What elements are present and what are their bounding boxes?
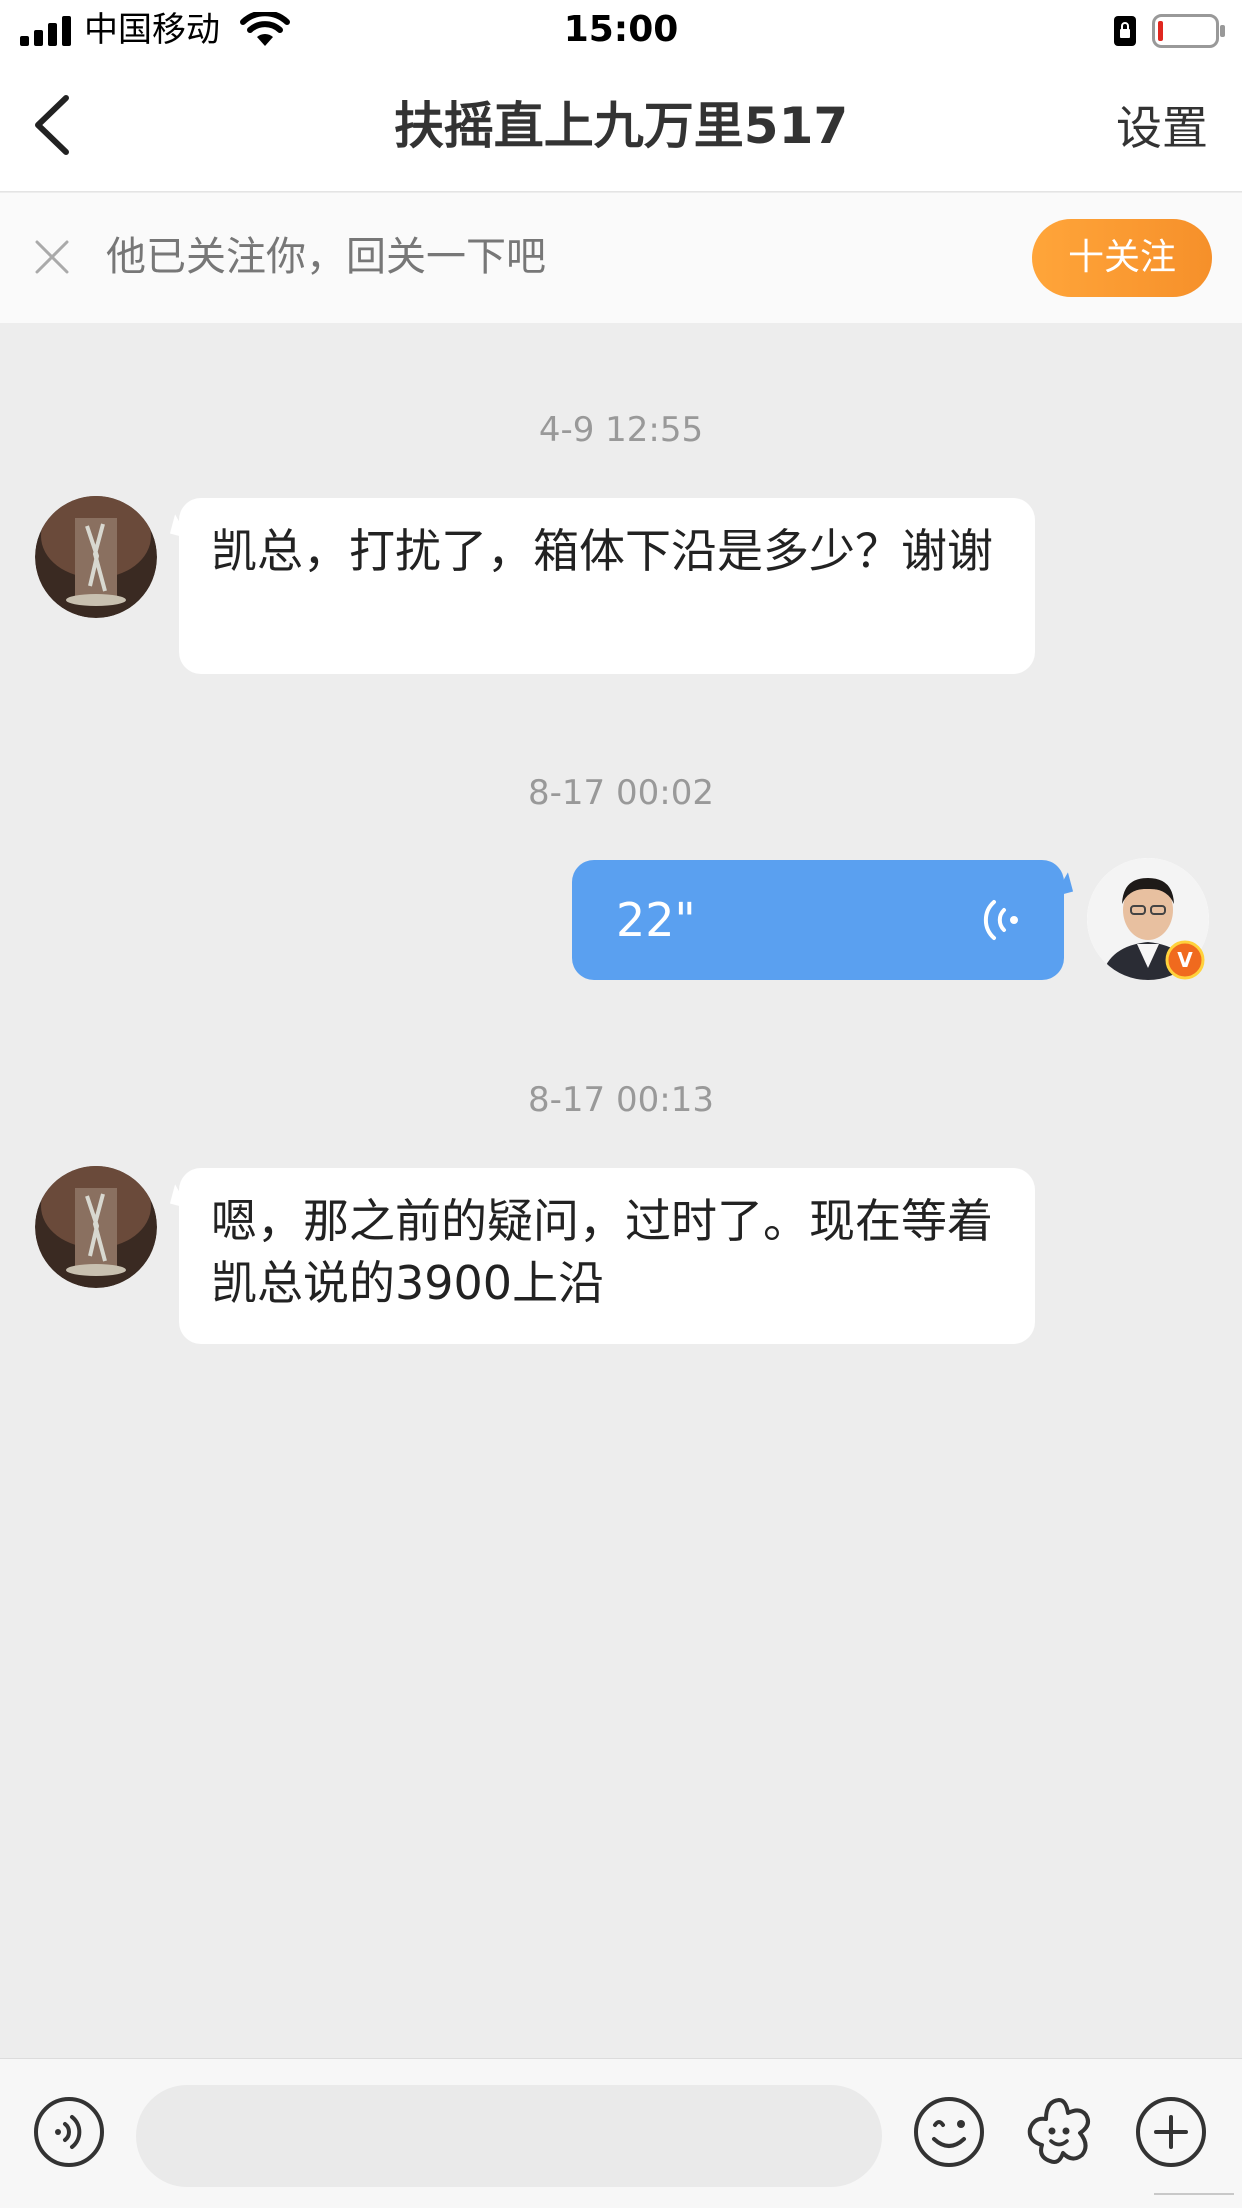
- nav-bar: 扶摇直上九万里517 设置: [0, 62, 1242, 192]
- verified-badge-icon: V: [1165, 940, 1205, 980]
- contact-avatar[interactable]: [35, 496, 157, 618]
- sticker-icon[interactable]: [1022, 2095, 1096, 2169]
- message-bubble-incoming[interactable]: 凯总，打扰了，箱体下沿是多少？谢谢: [179, 498, 1035, 674]
- follow-back-banner: 他已关注你，回关一下吧 十关注: [0, 193, 1242, 323]
- contact-avatar[interactable]: [35, 1166, 157, 1288]
- plus-icon[interactable]: [1134, 2095, 1208, 2169]
- voice-message-bubble[interactable]: 22": [572, 860, 1064, 980]
- voice-duration: 22": [616, 893, 696, 947]
- chevron-left-icon[interactable]: [28, 92, 78, 158]
- message-input[interactable]: [136, 2085, 882, 2187]
- message-timestamp: 8-17 00:13: [528, 1080, 714, 1120]
- settings-button[interactable]: 设置: [1116, 100, 1208, 156]
- message-text: 嗯，那之前的疑问，过时了。现在等着凯总说的3900上沿: [211, 1194, 993, 1310]
- input-toolbar: [0, 2058, 1242, 2208]
- verified-badge-label: V: [1177, 948, 1193, 972]
- chat-screen: 中国移动 15:00 扶摇直上九万里517 设置 他已关注你，回关一下吧 十关注…: [0, 0, 1242, 2208]
- close-icon[interactable]: [34, 239, 70, 275]
- follow-back-hint: 他已关注你，回关一下吧: [106, 234, 546, 280]
- message-bubble-incoming[interactable]: 嗯，那之前的疑问，过时了。现在等着凯总说的3900上沿: [179, 1168, 1035, 1344]
- watermark-lines-icon: [1154, 2193, 1234, 2195]
- clock: 15:00: [563, 9, 679, 50]
- status-bar: 中国移动 15:00: [0, 0, 1242, 62]
- emoji-icon[interactable]: [912, 2095, 986, 2169]
- contact-avatar-image: [35, 496, 157, 618]
- follow-button[interactable]: 十关注: [1032, 219, 1212, 297]
- contact-avatar-image: [35, 1166, 157, 1288]
- message-timestamp: 8-17 00:02: [528, 773, 714, 813]
- message-timestamp: 4-9 12:55: [538, 410, 704, 450]
- voice-input-icon[interactable]: [32, 2095, 106, 2169]
- message-text: 凯总，打扰了，箱体下沿是多少？谢谢: [211, 524, 993, 578]
- page-title: 扶摇直上九万里517: [393, 97, 849, 155]
- battery-icon: [1152, 14, 1225, 48]
- orientation-lock-icon: [1114, 16, 1136, 46]
- voice-wave-icon: [983, 900, 1018, 940]
